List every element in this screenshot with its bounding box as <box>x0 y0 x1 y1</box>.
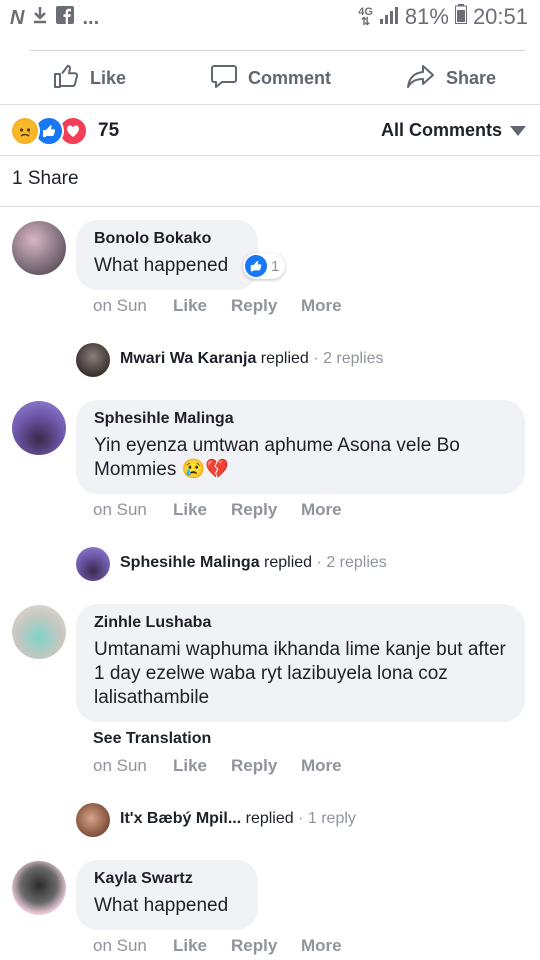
comment-author[interactable]: Bonolo Bokako <box>94 230 240 248</box>
comment-more-button[interactable]: More <box>301 936 342 956</box>
comment-reply-button[interactable]: Reply <box>231 756 301 776</box>
comment-text: Yin eyenza umtwan aphume Asona vele Bo M… <box>94 435 460 480</box>
comment-text: Umtanami waphuma ikhanda lime kanje but … <box>94 639 506 708</box>
reply-preview[interactable]: It'x Bæbý Mpil... replied · 1 reply <box>120 810 356 828</box>
reply-author: Sphesihle Malinga <box>120 554 260 571</box>
sad-reaction-icon <box>10 116 40 146</box>
share-count[interactable]: 1 Share <box>12 168 79 190</box>
see-translation-link[interactable]: See Translation <box>93 730 211 748</box>
network-type: 4G ⇅ <box>358 6 373 28</box>
reaction-count: 75 <box>98 120 120 141</box>
comment-time: on Sun <box>93 296 147 315</box>
n-icon: N <box>10 6 25 29</box>
comment-filter-label: All Comments <box>380 120 502 140</box>
comment-label: Comment <box>248 67 332 88</box>
reply-author: It'x Bæbý Mpil... <box>120 810 242 827</box>
reply-separator: · <box>298 810 304 827</box>
reply-verb: replied <box>264 554 313 571</box>
reactions-summary[interactable]: 75 <box>10 116 119 146</box>
status-left-icons: N ... <box>10 6 99 30</box>
share-button[interactable]: Share <box>406 52 496 104</box>
like-label: Like <box>90 67 127 88</box>
like-reaction-icon <box>245 255 267 277</box>
divider <box>0 104 540 105</box>
avatar[interactable] <box>76 547 110 581</box>
reply-author: Mwari Wa Karanja <box>120 350 257 367</box>
status-bar: N ... 4G ⇅ 81% 20:51 <box>0 0 540 36</box>
comment-author[interactable]: Zinhle Lushaba <box>94 614 507 632</box>
comment-time: on Sun <box>93 756 147 775</box>
comment-reply-button[interactable]: Reply <box>231 296 301 316</box>
comment-bubble: Sphesihle Malinga Yin eyenza umtwan aphu… <box>76 400 525 494</box>
comment-bubble: Kayla Swartz What happened <box>76 860 258 930</box>
comment-author[interactable]: Sphesihle Malinga <box>94 410 507 428</box>
comment-button[interactable]: Comment <box>210 52 331 104</box>
status-right-icons: 4G ⇅ 81% 20:51 <box>358 4 528 30</box>
chevron-down-icon <box>510 120 526 141</box>
comment-bubble: Bonolo Bokako What happened <box>76 220 258 290</box>
comment-time: on Sun <box>93 936 147 955</box>
reply-preview[interactable]: Mwari Wa Karanja replied · 2 replies <box>120 350 384 368</box>
comment-reaction-count: 1 <box>271 257 280 275</box>
action-bar: Like Comment Share <box>0 52 540 104</box>
comment-more-button[interactable]: More <box>301 296 342 316</box>
reply-count: 2 replies <box>326 554 387 571</box>
share-label: Share <box>446 67 497 88</box>
avatar[interactable] <box>12 861 66 915</box>
comment-bubble: Zinhle Lushaba Umtanami waphuma ikhanda … <box>76 604 525 722</box>
share-icon <box>406 62 436 95</box>
comment-reply-button[interactable]: Reply <box>231 936 301 956</box>
reply-verb: replied <box>245 810 294 827</box>
comment-like-button[interactable]: Like <box>173 500 231 520</box>
reply-count: 2 replies <box>323 350 384 367</box>
comment-meta: on Sun Like Reply More <box>93 500 342 520</box>
avatar[interactable] <box>76 343 110 377</box>
comment-icon <box>210 62 238 95</box>
battery-icon <box>454 4 467 30</box>
comment-reply-button[interactable]: Reply <box>231 500 301 520</box>
comment-like-button[interactable]: Like <box>173 296 231 316</box>
reply-preview[interactable]: Sphesihle Malinga replied · 2 replies <box>120 554 387 572</box>
battery-percent: 81% <box>404 4 449 29</box>
comment-meta: on Sun Like Reply More <box>93 296 342 316</box>
comment-like-button[interactable]: Like <box>173 756 231 776</box>
avatar[interactable] <box>76 803 110 837</box>
avatar[interactable] <box>12 605 66 659</box>
comment-reaction-badge[interactable]: 1 <box>243 253 286 279</box>
like-button[interactable]: Like <box>52 52 126 104</box>
reply-separator: · <box>313 350 319 367</box>
comment-meta: on Sun Like Reply More <box>93 756 342 776</box>
download-icon <box>32 6 48 30</box>
reply-count: 1 reply <box>307 810 356 827</box>
avatar[interactable] <box>12 401 66 455</box>
thumbs-up-icon <box>52 62 80 95</box>
status-ellipsis: ... <box>82 6 100 29</box>
comment-text: What happened <box>94 895 229 916</box>
reply-verb: replied <box>260 350 309 367</box>
divider <box>0 206 540 207</box>
comment-text: What happened <box>94 255 229 276</box>
comment-meta: on Sun Like Reply More <box>93 936 342 956</box>
reply-separator: · <box>316 554 322 571</box>
divider <box>0 155 540 156</box>
facebook-icon <box>56 6 75 30</box>
comment-time: on Sun <box>93 500 147 519</box>
clock: 20:51 <box>472 4 528 29</box>
signal-icon <box>379 4 399 30</box>
comment-more-button[interactable]: More <box>301 756 342 776</box>
comment-author[interactable]: Kayla Swartz <box>94 870 240 888</box>
comment-like-button[interactable]: Like <box>173 936 231 956</box>
comment-more-button[interactable]: More <box>301 500 342 520</box>
divider <box>30 50 525 51</box>
avatar[interactable] <box>12 221 66 275</box>
comment-filter-dropdown[interactable]: All Comments <box>381 120 526 141</box>
